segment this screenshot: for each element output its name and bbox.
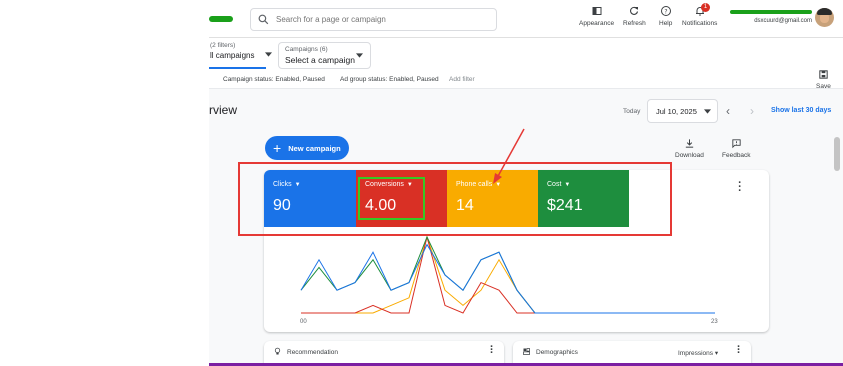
annotation-green-box [358,177,425,220]
help-button[interactable]: ? Help [659,5,672,27]
previous-period-icon[interactable]: ‹ [726,104,730,118]
performance-chart: 00 23 [300,235,718,325]
campaigns-count-label: Campaigns (6) [285,46,328,53]
campaign-select-value: Select a campaign [285,55,355,65]
new-campaign-button[interactable]: + New campaign [265,136,349,160]
appearance-icon [592,7,602,15]
demographics-title: Demographics [536,349,578,356]
filter-chips: Campaign status: Enabled, Paused Ad grou… [209,72,843,89]
appearance-label: Appearance [579,20,615,27]
save-label: Save [816,83,831,90]
campaigns-filter-count: (2 filters) [210,42,236,49]
refresh-label: Refresh [623,20,646,27]
annotation-red-arrow [493,128,525,184]
notifications-label: Notifications [682,20,718,27]
top-bar: Appearance Refresh ? Help 1 Notification… [209,0,843,38]
notifications-button[interactable]: 1 Notifications [682,3,718,27]
more-options-icon[interactable]: · · · [490,342,494,359]
add-filter-link[interactable]: Add filter [449,76,475,83]
download-label: Download [675,152,704,159]
search-input[interactable] [276,15,476,24]
more-options-icon[interactable]: · · · [738,178,742,197]
left-blank-area [0,0,209,366]
chevron-down-icon [265,52,272,57]
demographics-icon [523,348,530,355]
date-range-picker[interactable]: Jul 10, 2025 [647,99,718,123]
notification-badge: 1 [701,3,710,12]
page-title: rview [209,103,238,117]
save-icon [819,70,828,79]
chevron-down-icon [704,109,711,114]
save-button[interactable]: Save [816,69,831,90]
series-line-0 [300,243,715,314]
campaign-status-chip[interactable]: Campaign status: Enabled, Paused [223,76,325,83]
campaign-select-dropdown[interactable]: Campaigns (6) Select a campaign [278,42,371,69]
recommendation-title: Recommendation [287,349,338,356]
avatar[interactable] [815,8,834,27]
google-ads-app: Appearance Refresh ? Help 1 Notification… [209,0,843,366]
campaigns-filter-value: ll campaigns [210,51,255,60]
redacted-account-name [730,10,812,14]
plus-icon: + [273,140,282,156]
show-last-30-days-link[interactable]: Show last 30 days [771,107,831,114]
feedback-label: Feedback [722,152,751,159]
next-period-icon[interactable]: › [750,104,754,118]
appearance-button[interactable]: Appearance [579,5,614,27]
help-label: Help [659,20,673,27]
more-options-icon[interactable]: · · · [737,342,741,359]
redacted-logo [209,16,233,22]
feedback-button[interactable]: Feedback [722,138,751,159]
date-range-value: Jul 10, 2025 [656,107,697,116]
today-label: Today [623,108,641,115]
search-icon [258,14,269,25]
campaigns-filter-dropdown[interactable]: (2 filters) ll campaigns [209,42,272,69]
account-info[interactable]: dsxcuurd@gmail.com [730,10,812,26]
chevron-down-icon [356,53,363,58]
feedback-icon [732,139,741,149]
download-icon [685,139,694,148]
x-axis-end-label: 23 [711,319,718,325]
download-button[interactable]: Download [675,138,704,159]
refresh-icon [630,6,639,15]
account-email: dsxcuurd@gmail.com [754,18,812,24]
new-campaign-label: New campaign [288,143,341,153]
lightbulb-icon [274,347,281,355]
avatar-hair [817,8,832,15]
svg-text:?: ? [664,8,667,15]
scrollbar[interactable] [834,137,840,171]
active-underline [209,67,266,69]
refresh-button[interactable]: Refresh [623,5,646,27]
filter-row: (2 filters) ll campaigns Campaigns (6) S… [209,38,843,72]
help-icon: ? [660,6,671,16]
adgroup-status-chip[interactable]: Ad group status: Enabled, Paused [340,76,439,83]
search-box[interactable] [250,8,497,31]
annotation-red-box [238,162,672,236]
impressions-dropdown[interactable]: Impressions ▾ [678,349,718,357]
x-axis-start-label: 00 [300,319,307,325]
